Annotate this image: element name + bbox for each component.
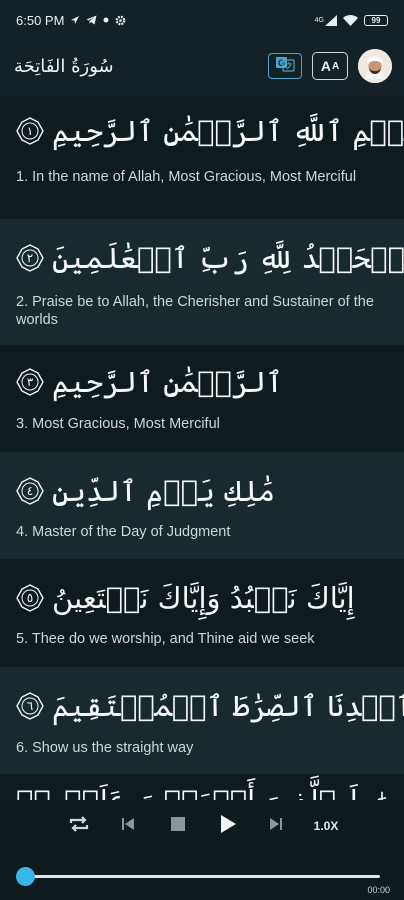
verse-item[interactable]: بِسۡمِ ٱللَّهِ ٱلرَّحۡمَٰنِ ٱلرَّحِيمِ ١… [0,96,404,219]
ayah-number: ٥ [26,591,34,605]
battery-level: 99 [371,15,381,25]
verse-arabic: ٱلۡحَمۡدُ لِلَّهِ رَبِّ ٱلۡعَٰلَمِينَ [52,241,404,275]
verse-arabic: إِيَّاكَ نَعۡبُدُ وَإِيَّاكَ نَسۡتَعِينُ [52,581,355,615]
network-type: 4G [314,16,324,24]
seek-thumb[interactable] [16,867,35,886]
verse-item[interactable]: ٱهۡدِنَا ٱلصِّرَٰطَ ٱلۡمُسۡتَقِيمَ ٦ 6. … [0,667,404,774]
skip-previous-button[interactable] [116,810,140,842]
wifi-icon [343,14,358,26]
clock: 6:50 PM [16,12,65,28]
play-button[interactable] [215,810,241,842]
signal-icon: 4G [314,14,337,26]
font-size-button[interactable]: AA [312,52,348,80]
verse-translation: 3. Most Gracious, Most Merciful [16,416,220,432]
verse-item[interactable]: ٱلۡحَمۡدُ لِلَّهِ رَبِّ ٱلۡعَٰلَمِينَ ٢ … [0,219,404,345]
verse-translation: 2. Praise be to Allah, the Cherisher and… [16,294,374,328]
repeat-button[interactable] [64,810,94,842]
dot-icon [103,17,109,23]
ayah-number: ١ [26,124,34,138]
ayah-number-icon: ١ [16,117,44,145]
reciter-avatar[interactable] [358,49,392,83]
stop-icon [170,816,186,837]
verse-arabic: ٱهۡدِنَا ٱلصِّرَٰطَ ٱلۡمُسۡتَقِيمَ [52,689,404,723]
verse-translation: 5. Thee do we worship, and Thine aid we … [16,631,315,647]
seek-bar[interactable] [25,875,380,878]
ayah-number-icon: ٥ [16,584,44,612]
repeat-icon [68,814,90,839]
status-bar: 6:50 PM 4G 99 [0,0,404,40]
telegram-icon [86,15,97,25]
verse-translation: 1. In the name of Allah, Most Gracious, … [16,169,357,185]
battery-icon: 99 [364,14,388,26]
verse-item[interactable]: مَٰلِكِ يَوۡمِ ٱلدِّينِ ٤ 4. Master of t… [0,452,404,559]
ayah-number-icon: ٦ [16,692,44,720]
ayah-number-icon: ٤ [16,477,44,505]
playback-speed-button[interactable]: 1.0X [308,810,344,842]
verse-item[interactable]: ٱلرَّحۡمَٰنِ ٱلرَّحِيمِ ٣ 3. Most Gracio… [0,345,404,452]
skip-next-icon [269,817,283,836]
play-icon [219,814,237,839]
ayah-number: ٢ [26,251,34,265]
elapsed-time: 00:00 [367,885,390,895]
translate-button[interactable]: G [268,53,302,79]
ayah-number: ٦ [26,699,34,713]
stop-button[interactable] [166,810,190,842]
app-header: سُورَةُ الفَاتِحَة G AA [0,40,404,92]
verse-list[interactable]: بِسۡمِ ٱللَّهِ ٱلرَّحۡمَٰنِ ٱلرَّحِيمِ ١… [0,96,404,814]
font-size-label-small: A [331,60,340,72]
translate-icon: G [275,56,295,77]
ayah-number: ٤ [26,484,34,498]
skip-previous-icon [121,817,135,836]
ayah-number: ٣ [26,375,34,389]
ayah-number-icon: ٢ [16,244,44,272]
ayah-number-icon: ٣ [16,368,44,396]
surah-title: سُورَةُ الفَاتِحَة [14,55,114,77]
verse-arabic: مَٰلِكِ يَوۡمِ ٱلدِّينِ [52,474,276,508]
font-size-label-large: A [320,58,331,74]
audio-player: 1.0X 00:00 [0,800,404,900]
location-icon [70,15,80,25]
verse-arabic: بِسۡمِ ٱللَّهِ ٱلرَّحۡمَٰنِ ٱلرَّحِيمِ [52,114,404,148]
verse-translation: 4. Master of the Day of Judgment [16,524,231,540]
verse-arabic: ٱلرَّحۡمَٰنِ ٱلرَّحِيمِ [52,365,283,399]
settings-icon [115,15,126,26]
verse-item[interactable]: إِيَّاكَ نَعۡبُدُ وَإِيَّاكَ نَسۡتَعِينُ… [0,559,404,667]
verse-translation: 6. Show us the straight way [16,740,194,756]
skip-next-button[interactable] [264,810,288,842]
